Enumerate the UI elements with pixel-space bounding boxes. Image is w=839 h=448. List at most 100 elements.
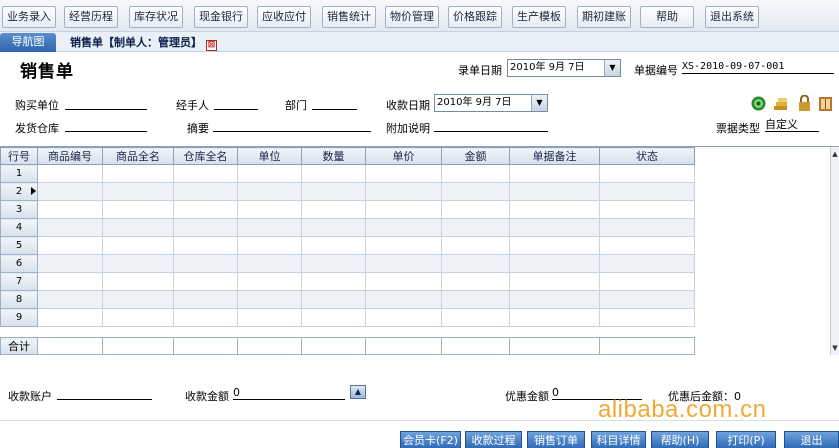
table-row[interactable]: 1 (0, 164, 695, 183)
grid-cell[interactable] (509, 254, 600, 273)
chevron-down-icon[interactable]: ▼ (604, 60, 620, 76)
menu-cash-bank[interactable]: 现金银行 (194, 6, 248, 28)
grid-cell[interactable] (509, 308, 600, 327)
grid-cell[interactable] (509, 236, 600, 255)
grid-cell[interactable] (301, 200, 366, 219)
grid-cell[interactable] (599, 290, 695, 309)
menu-price-tracking[interactable]: 价格跟踪 (448, 6, 502, 28)
receipt-date-picker[interactable]: 2010年 9月 7日 ▼ (434, 94, 548, 112)
vertical-scrollbar[interactable]: ▲ ▼ (830, 147, 839, 355)
grid-cell[interactable] (301, 290, 366, 309)
grid-cell[interactable] (237, 308, 302, 327)
grid-cell[interactable] (37, 182, 103, 201)
grid-cell[interactable] (441, 200, 510, 219)
grid-cell[interactable] (37, 308, 103, 327)
grid-cell[interactable] (509, 200, 600, 219)
table-row[interactable]: 3 (0, 200, 695, 219)
grid-cell[interactable] (173, 182, 238, 201)
grid-cell[interactable] (37, 272, 103, 291)
grid-cell[interactable] (37, 290, 103, 309)
grid-cell[interactable] (509, 218, 600, 237)
grid-cell[interactable] (301, 236, 366, 255)
grid-cell[interactable] (237, 218, 302, 237)
grid-cell[interactable] (173, 200, 238, 219)
grid-cell[interactable] (599, 254, 695, 273)
menu-history[interactable]: 经营历程 (64, 6, 118, 28)
grid-cell[interactable] (365, 308, 442, 327)
grid-cell[interactable] (301, 254, 366, 273)
grid-cell[interactable] (237, 290, 302, 309)
col-header-warehouse[interactable]: 仓库全名 (173, 147, 238, 165)
grid-cell[interactable] (301, 272, 366, 291)
bill-type-field[interactable]: 自定义 (765, 118, 819, 132)
menu-business-entry[interactable]: 业务录入 (2, 6, 56, 28)
grid-cell[interactable] (441, 164, 510, 183)
grid-cell[interactable] (509, 290, 600, 309)
grid-cell[interactable] (441, 272, 510, 291)
grid-cell[interactable] (37, 218, 103, 237)
dept-field[interactable] (312, 96, 357, 110)
menu-opening-setup[interactable]: 期初建账 (577, 6, 631, 28)
scroll-down-icon[interactable]: ▼ (831, 343, 839, 353)
summary-field[interactable] (213, 118, 371, 132)
tab-sales-order[interactable]: 销售单【制单人：管理员】 ⊠ (58, 34, 221, 52)
buyer-field[interactable] (65, 96, 147, 110)
grid-cell[interactable] (237, 164, 302, 183)
table-row[interactable]: 9 (0, 308, 695, 327)
grid-cell[interactable] (509, 272, 600, 291)
grid-cell[interactable] (599, 182, 695, 201)
col-header-unit[interactable]: 单位 (237, 147, 302, 165)
grid-cell[interactable] (599, 200, 695, 219)
col-header-quantity[interactable]: 数量 (301, 147, 366, 165)
grid-cell[interactable] (599, 272, 695, 291)
grid-cell[interactable] (237, 254, 302, 273)
book-icon[interactable] (817, 95, 834, 112)
table-row[interactable]: 7 (0, 272, 695, 291)
grid-cell[interactable] (102, 218, 174, 237)
grid-cell[interactable] (301, 308, 366, 327)
handler-field[interactable] (214, 96, 258, 110)
col-header-product-code[interactable]: 商品编号 (37, 147, 103, 165)
grid-cell[interactable] (441, 254, 510, 273)
grid-cell[interactable] (102, 290, 174, 309)
grid-cell[interactable] (365, 218, 442, 237)
grid-cell[interactable] (365, 290, 442, 309)
row-number[interactable]: 7 (0, 272, 38, 291)
stack-icon[interactable] (772, 95, 789, 112)
col-header-remark[interactable]: 单据备注 (509, 147, 600, 165)
menu-exit-system[interactable]: 退出系统 (705, 6, 759, 28)
help-button[interactable]: 帮助(H) (651, 431, 709, 448)
grid-cell[interactable] (441, 236, 510, 255)
account-field[interactable] (57, 386, 152, 400)
menu-inventory[interactable]: 库存状况 (129, 6, 183, 28)
grid-cell[interactable] (102, 200, 174, 219)
doc-no-field[interactable]: XS-2010-09-07-001 (682, 60, 834, 74)
grid-cell[interactable] (173, 272, 238, 291)
table-row[interactable]: 4 (0, 218, 695, 237)
col-header-unit-price[interactable]: 单价 (365, 147, 442, 165)
grid-cell[interactable] (599, 164, 695, 183)
print-button[interactable]: 打印(P) (716, 431, 776, 448)
expand-up-button[interactable]: ▲ (350, 385, 366, 399)
sales-order-button[interactable]: 销售订单 (527, 431, 585, 448)
grid-cell[interactable] (37, 200, 103, 219)
menu-help[interactable]: 帮助 (640, 6, 694, 28)
grid-cell[interactable] (599, 308, 695, 327)
grid-cell[interactable] (37, 254, 103, 273)
grid-cell[interactable] (102, 236, 174, 255)
tab-navigation[interactable]: 导航图 (0, 33, 56, 52)
grid-cell[interactable] (237, 182, 302, 201)
grid-cell[interactable] (173, 236, 238, 255)
grid-cell[interactable] (237, 200, 302, 219)
grid-cell[interactable] (599, 236, 695, 255)
close-icon[interactable]: ⊠ (206, 40, 217, 51)
grid-cell[interactable] (365, 254, 442, 273)
grid-cell[interactable] (441, 308, 510, 327)
grid-cell[interactable] (365, 272, 442, 291)
row-number[interactable]: 4 (0, 218, 38, 237)
grid-cell[interactable] (37, 164, 103, 183)
grid-cell[interactable] (441, 182, 510, 201)
grid-cell[interactable] (102, 308, 174, 327)
note-field[interactable] (434, 118, 548, 132)
grid-cell[interactable] (441, 218, 510, 237)
